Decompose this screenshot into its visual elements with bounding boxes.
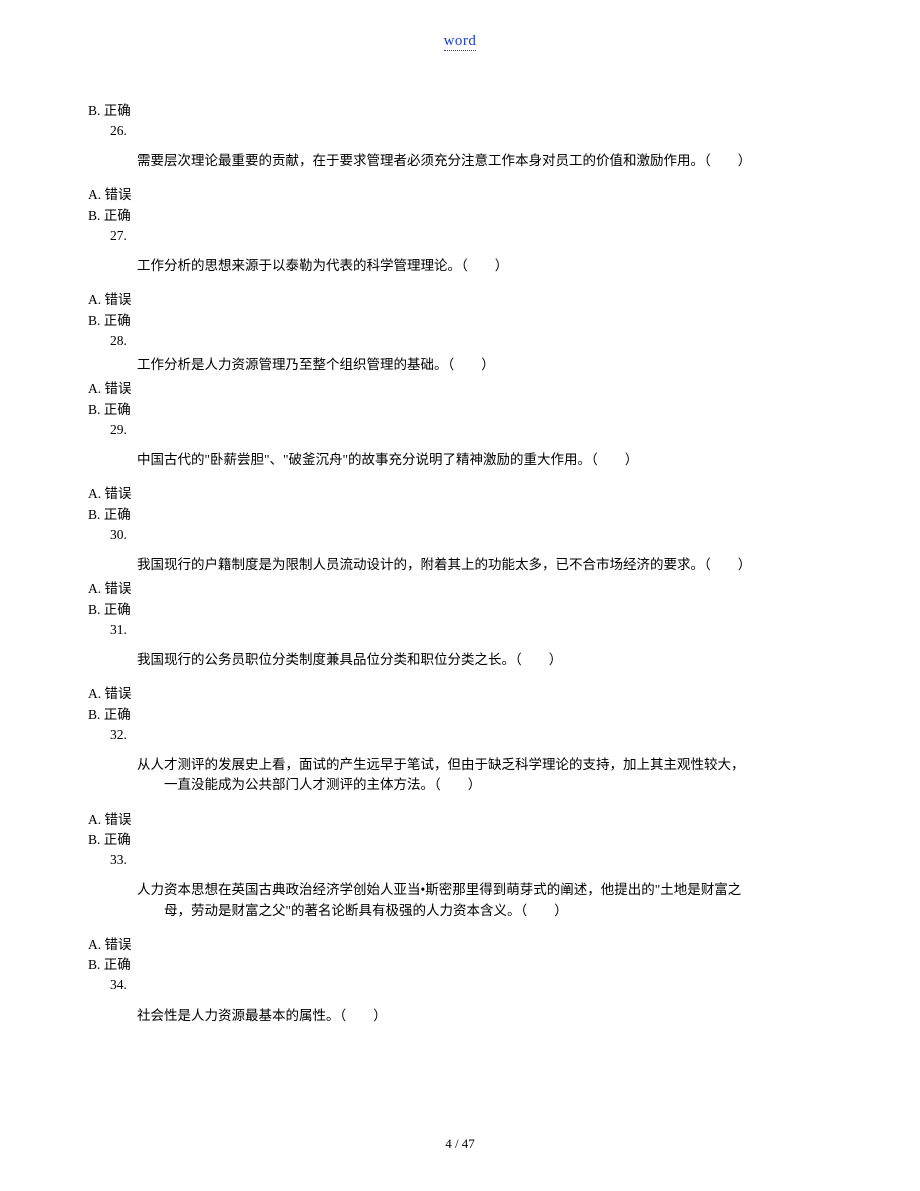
option-a: A. 错误: [88, 379, 832, 399]
question-text-33-line1: 人力资本思想在英国古典政治经济学创始人亚当•斯密那里得到萌芽式的阐述，他提出的"…: [137, 882, 741, 897]
question-text-32: 从人才测评的发展史上看，面试的产生远早于笔试，但由于缺乏科学理论的支持，加上其主…: [88, 755, 832, 796]
question-number-30: 30.: [88, 525, 832, 545]
option-a: A. 错误: [88, 684, 832, 704]
option-a: A. 错误: [88, 290, 832, 310]
option-b: B. 正确: [88, 206, 832, 226]
question-text-28: 工作分析是人力资源管理乃至整个组织管理的基础。（ ）: [88, 355, 832, 375]
question-number-33: 33.: [88, 850, 832, 870]
question-text-32-line2: 一直没能成为公共部门人才测评的主体方法。（ ）: [110, 775, 832, 795]
option-b: B. 正确: [88, 705, 832, 725]
option-b: B. 正确: [88, 505, 832, 525]
page-footer: 4 / 47: [0, 1134, 920, 1154]
page-header: word: [88, 30, 832, 53]
option-b: B. 正确: [88, 830, 832, 850]
page: word B. 正确 26. 需要层次理论最重要的贡献，在于要求管理者必须充分注…: [0, 0, 920, 1191]
question-text-29: 中国古代的"卧薪尝胆"、"破釜沉舟"的故事充分说明了精神激励的重大作用。（ ）: [88, 450, 832, 470]
option-a: A. 错误: [88, 935, 832, 955]
option-a: A. 错误: [88, 185, 832, 205]
option-a: A. 错误: [88, 484, 832, 504]
option-b: B. 正确: [88, 311, 832, 331]
option-b: B. 正确: [88, 600, 832, 620]
question-number-32: 32.: [88, 725, 832, 745]
question-text-33-line2: 母，劳动是财富之父"的著名论断具有极强的人力资本含义。（ ）: [110, 901, 832, 921]
question-number-31: 31.: [88, 620, 832, 640]
option-a: A. 错误: [88, 810, 832, 830]
question-text-31: 我国现行的公务员职位分类制度兼具品位分类和职位分类之长。（ ）: [88, 650, 832, 670]
question-text-33: 人力资本思想在英国古典政治经济学创始人亚当•斯密那里得到萌芽式的阐述，他提出的"…: [88, 880, 832, 921]
question-number-26: 26.: [88, 121, 832, 141]
question-text-34: 社会性是人力资源最基本的属性。（ ）: [88, 1006, 832, 1026]
question-number-29: 29.: [88, 420, 832, 440]
option-a: A. 错误: [88, 579, 832, 599]
question-text-26: 需要层次理论最重要的贡献，在于要求管理者必须充分注意工作本身对员工的价值和激励作…: [88, 151, 832, 171]
question-number-27: 27.: [88, 226, 832, 246]
question-text-30: 我国现行的户籍制度是为限制人员流动设计的，附着其上的功能太多，已不合市场经济的要…: [88, 555, 832, 575]
question-text-32-line1: 从人才测评的发展史上看，面试的产生远早于笔试，但由于缺乏科学理论的支持，加上其主…: [137, 757, 745, 772]
question-number-28: 28.: [88, 331, 832, 351]
question-number-34: 34.: [88, 975, 832, 995]
option-b: B. 正确: [88, 955, 832, 975]
option-b: B. 正确: [88, 101, 832, 121]
content-body: B. 正确 26. 需要层次理论最重要的贡献，在于要求管理者必须充分注意工作本身…: [88, 101, 832, 1026]
header-title: word: [444, 33, 477, 51]
option-b: B. 正确: [88, 400, 832, 420]
question-text-27: 工作分析的思想来源于以泰勒为代表的科学管理理论。（ ）: [88, 256, 832, 276]
